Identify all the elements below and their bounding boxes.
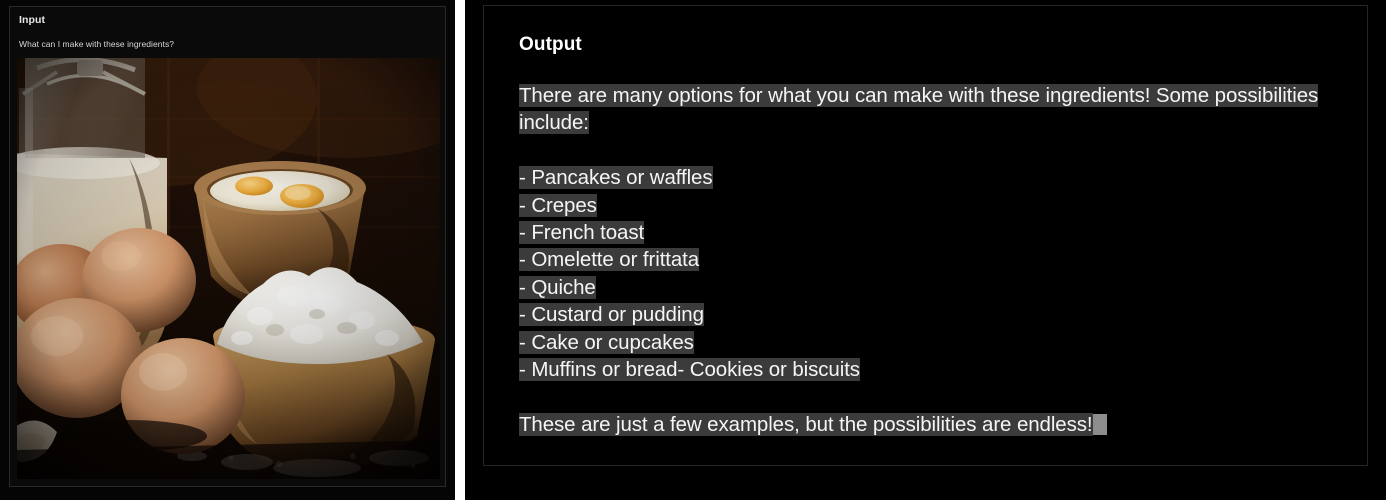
input-prompt-text: What can I make with these ingredients? bbox=[19, 39, 175, 49]
input-panel: Input What can I make with these ingredi… bbox=[0, 0, 455, 500]
list-item-label: - Cake or cupcakes bbox=[519, 330, 694, 354]
ingredients-photo bbox=[17, 58, 440, 479]
list-item-label: - French toast bbox=[519, 221, 645, 245]
ingredients-photo-graphic bbox=[17, 58, 440, 479]
paragraph-spacer-2 bbox=[519, 383, 1359, 410]
list-item: - Pancakes or waffles bbox=[519, 164, 1359, 191]
list-item-label: - Pancakes or waffles bbox=[519, 166, 713, 190]
list-item: - Quiche bbox=[519, 274, 1359, 301]
output-panel-title: Output bbox=[519, 34, 582, 55]
selection-tail-block bbox=[1092, 413, 1107, 435]
list-item: - Omelette or frittata bbox=[519, 246, 1359, 273]
comparison-stage: Input What can I make with these ingredi… bbox=[0, 0, 1386, 500]
output-intro-text: There are many options for what you can … bbox=[519, 84, 1319, 135]
list-item: - Cake or cupcakes bbox=[519, 329, 1359, 356]
panel-divider bbox=[455, 0, 465, 500]
list-item-label: - Omelette or frittata bbox=[519, 248, 700, 272]
list-item: - Muffins or bread- Cookies or biscuits bbox=[519, 356, 1359, 383]
output-intro-paragraph: There are many options for what you can … bbox=[519, 82, 1347, 137]
output-panel: Output There are many options for what y… bbox=[465, 0, 1386, 500]
list-item-label: - Muffins or bread- Cookies or biscuits bbox=[519, 358, 860, 382]
output-closing-paragraph: These are just a few examples, but the p… bbox=[519, 411, 1359, 438]
paragraph-spacer-1 bbox=[519, 137, 1359, 164]
output-panel-frame: Output There are many options for what y… bbox=[483, 5, 1368, 466]
list-item: - Custard or pudding bbox=[519, 301, 1359, 328]
output-closing-text: These are just a few examples, but the p… bbox=[519, 412, 1093, 436]
list-item-label: - Quiche bbox=[519, 275, 596, 299]
input-panel-frame: Input What can I make with these ingredi… bbox=[9, 6, 446, 487]
list-item-label: - Crepes bbox=[519, 193, 597, 217]
list-item-label: - Custard or pudding bbox=[519, 303, 704, 327]
list-item: - French toast bbox=[519, 219, 1359, 246]
input-panel-title: Input bbox=[19, 14, 46, 26]
output-text-body: There are many options for what you can … bbox=[519, 82, 1359, 438]
list-item: - Crepes bbox=[519, 192, 1359, 219]
